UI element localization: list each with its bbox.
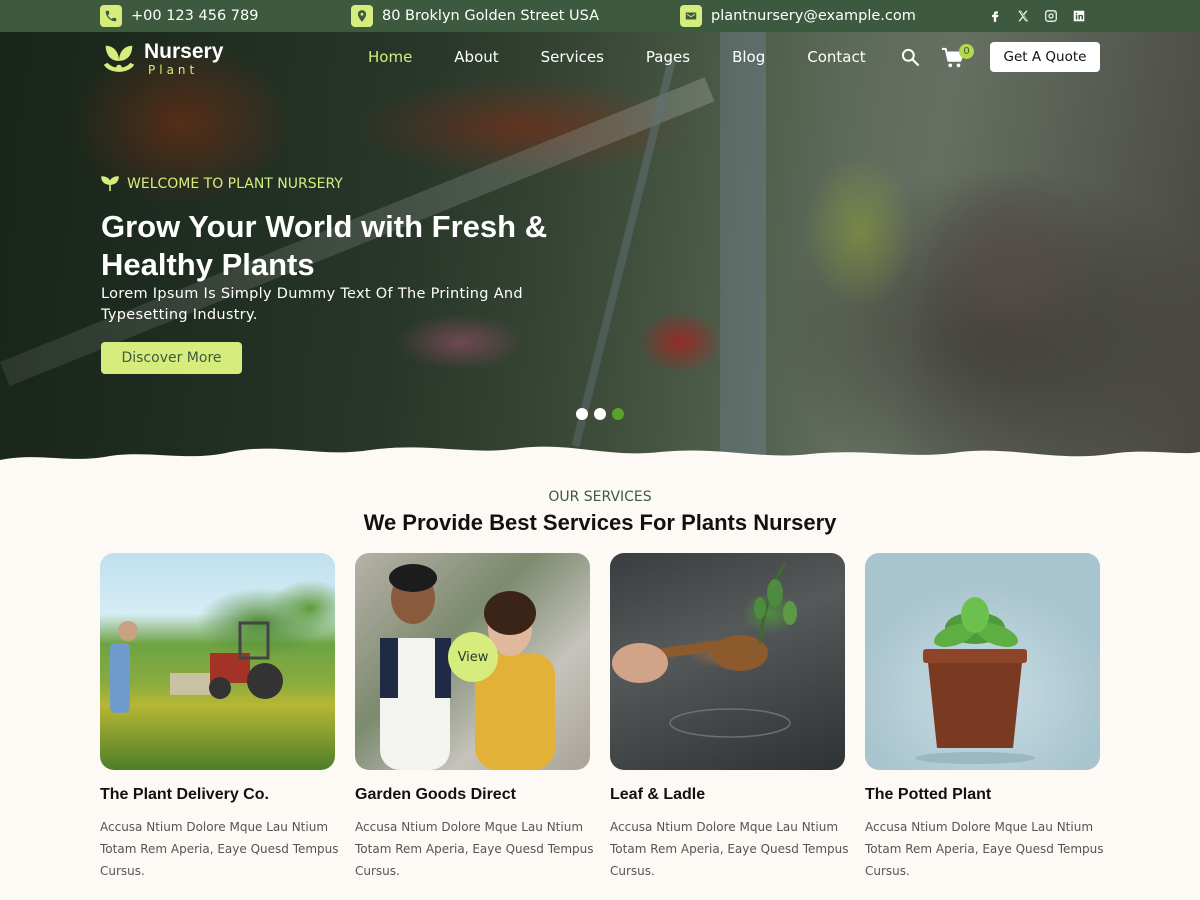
slider-dot-1[interactable]	[576, 408, 588, 420]
hero-wave-divider	[0, 446, 1200, 478]
site-logo[interactable]: Nursery Plant	[100, 40, 223, 78]
logo-title: Nursery	[144, 40, 224, 63]
wooden-ladle-image	[610, 553, 845, 770]
tractor-field-image	[100, 553, 335, 770]
mail-icon	[680, 5, 702, 27]
search-icon[interactable]	[900, 47, 920, 67]
nav-blog[interactable]: Blog	[732, 48, 765, 66]
phone-icon	[100, 5, 122, 27]
service-card-text: Accusa Ntium Dolore Mque Lau Ntium Totam…	[865, 820, 1104, 878]
service-card-title: Leaf & Ladle	[610, 786, 706, 803]
hero-title: Grow Your World with Fresh & Healthy Pla…	[101, 209, 548, 282]
cart-count-badge: 0	[959, 44, 974, 59]
logo-sprout-icon	[103, 45, 135, 72]
logo-subtitle: Plant	[148, 63, 199, 77]
hero-eyebrow: WELCOME TO PLANT NURSERY	[101, 176, 343, 192]
slider-dot-2[interactable]	[594, 408, 606, 420]
service-card[interactable]: View Garden Goods Direct Accusa Ntium Do…	[355, 553, 594, 882]
service-card-text: Accusa Ntium Dolore Mque Lau Ntium Totam…	[610, 820, 849, 878]
nav-home[interactable]: Home	[368, 48, 412, 66]
slider-dot-3[interactable]	[612, 408, 624, 420]
location-pin-icon	[351, 5, 373, 27]
service-card[interactable]: The Plant Delivery Co. Accusa Ntium Dolo…	[100, 553, 339, 882]
instagram-icon[interactable]	[1044, 9, 1058, 23]
view-button[interactable]: View	[448, 632, 498, 682]
facebook-icon[interactable]	[988, 9, 1002, 23]
address-text: 80 Broklyn Golden Street USA	[382, 8, 600, 24]
service-card-title: The Plant Delivery Co.	[100, 786, 269, 803]
potted-succulent-image	[865, 553, 1100, 770]
hero-subtitle: Lorem Ipsum Is Simply Dummy Text Of The …	[101, 286, 523, 323]
service-card[interactable]: The Potted Plant Accusa Ntium Dolore Mqu…	[865, 553, 1104, 882]
couple-image: View	[355, 553, 590, 770]
services-eyebrow: OUR SERVICES	[548, 489, 652, 505]
nav-pages[interactable]: Pages	[646, 48, 690, 66]
email-info[interactable]: plantnursery@example.com	[680, 5, 916, 27]
phone-info[interactable]: +00 123 456 789	[100, 5, 258, 27]
hero-eyebrow-text: WELCOME TO PLANT NURSERY	[127, 176, 343, 192]
phone-number: +00 123 456 789	[131, 8, 259, 24]
nav-about[interactable]: About	[454, 48, 498, 66]
main-nav: Home About Services Pages Blog Contact	[368, 48, 908, 66]
service-card-title: The Potted Plant	[865, 786, 992, 803]
nav-contact[interactable]: Contact	[807, 48, 865, 66]
top-bar: +00 123 456 789 80 Broklyn Golden Street…	[0, 0, 1200, 32]
address-info[interactable]: 80 Broklyn Golden Street USA	[351, 5, 599, 27]
services-title: We Provide Best Services For Plants Nurs…	[363, 510, 837, 535]
linkedin-icon[interactable]	[1072, 9, 1086, 23]
get-quote-button[interactable]: Get A Quote	[990, 42, 1100, 72]
discover-more-button[interactable]: Discover More	[101, 342, 242, 374]
service-card-title: Garden Goods Direct	[355, 786, 516, 803]
service-card-text: Accusa Ntium Dolore Mque Lau Ntium Totam…	[355, 820, 594, 878]
social-links	[988, 9, 1086, 23]
x-icon[interactable]	[1016, 9, 1030, 23]
service-card-text: Accusa Ntium Dolore Mque Lau Ntium Totam…	[100, 820, 339, 878]
email-text: plantnursery@example.com	[711, 8, 916, 24]
service-card[interactable]: Leaf & Ladle Accusa Ntium Dolore Mque La…	[610, 553, 849, 882]
slider-dots	[576, 408, 624, 420]
leaf-sprout-icon	[101, 176, 119, 191]
nav-services[interactable]: Services	[541, 48, 604, 66]
